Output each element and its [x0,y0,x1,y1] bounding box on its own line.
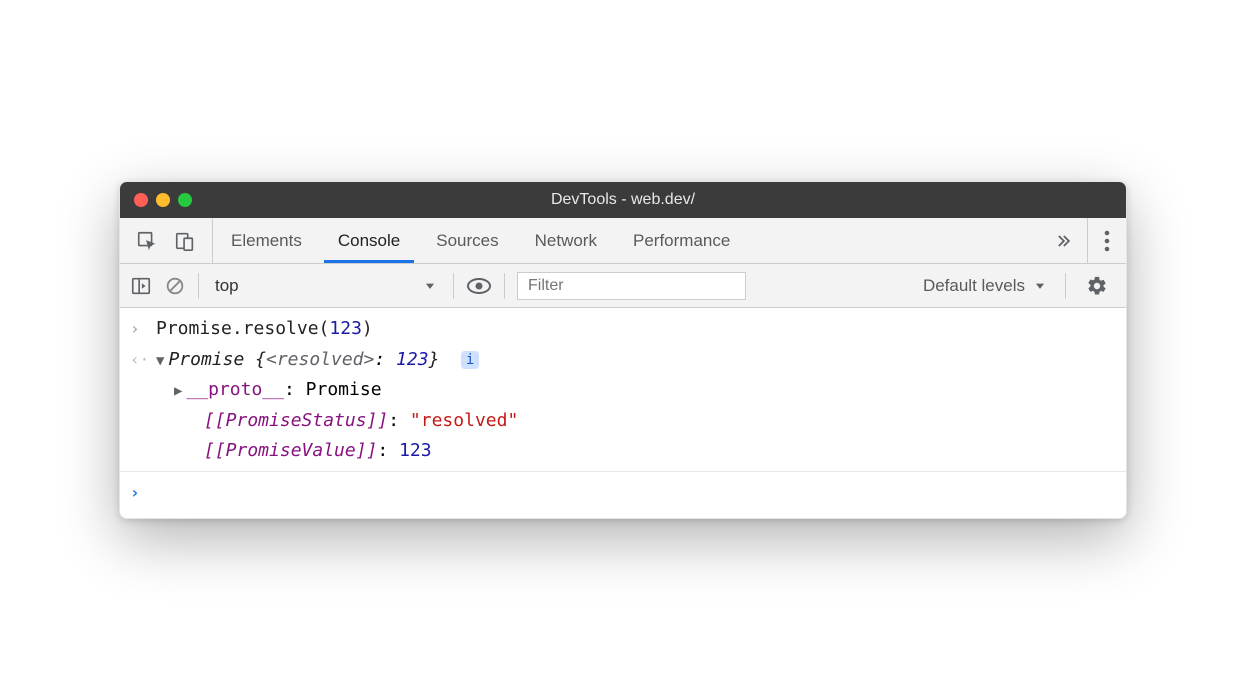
maximize-window-button[interactable] [178,193,192,207]
minimize-window-button[interactable] [156,193,170,207]
chevron-down-icon [423,279,437,293]
kebab-menu-icon[interactable] [1088,218,1126,263]
window-controls [120,193,192,207]
device-toolbar-icon[interactable] [174,230,196,252]
execution-context-label: top [215,276,239,296]
proto-row[interactable]: ▶__proto__: Promise [156,375,1116,406]
tab-console[interactable]: Console [320,218,418,263]
panel-tabs: Elements Console Sources Network Perform… [213,218,1039,263]
separator [198,273,199,299]
clear-console-icon[interactable] [164,275,186,297]
tab-network[interactable]: Network [517,218,615,263]
promise-value-row: [[PromiseValue]]: 123 [156,436,1116,467]
info-icon[interactable]: i [461,351,479,369]
live-expression-icon[interactable] [466,275,492,297]
console-result: ▼Promise {<resolved>: 123} i ▶__proto__:… [156,345,1116,467]
log-levels-label: Default levels [923,276,1025,296]
output-marker-icon: ‹· [130,345,156,373]
main-toolbar: Elements Console Sources Network Perform… [120,218,1126,264]
toolbar-icons [120,218,213,263]
log-levels-select[interactable]: Default levels [917,276,1053,296]
console-prompt-row[interactable]: › [120,471,1126,506]
more-tabs-button[interactable] [1039,218,1088,263]
chevron-down-icon [1033,279,1047,293]
separator [1065,273,1066,299]
tab-sources[interactable]: Sources [418,218,516,263]
execution-context-select[interactable]: top [211,274,441,298]
filter-input[interactable] [517,272,746,300]
inspect-element-icon[interactable] [136,230,158,252]
promise-status-row: [[PromiseStatus]]: "resolved" [156,406,1116,437]
console-input-text: Promise.resolve(123) [156,314,1116,345]
prompt-marker-icon: › [130,478,156,506]
console-output: › Promise.resolve(123) ‹· ▼Promise {<res… [120,308,1126,518]
toggle-sidebar-icon[interactable] [130,275,152,297]
tab-performance[interactable]: Performance [615,218,748,263]
window-title: DevTools - web.dev/ [120,191,1126,209]
devtools-window: DevTools - web.dev/ Elements Console Sou… [119,181,1127,519]
close-window-button[interactable] [134,193,148,207]
console-result-row[interactable]: ‹· ▼Promise {<resolved>: 123} i ▶__proto… [120,345,1126,467]
console-toolbar: top Default levels [120,264,1126,308]
expand-arrow-right-icon[interactable]: ▶ [174,383,182,399]
settings-icon[interactable] [1078,275,1116,297]
expand-arrow-down-icon[interactable]: ▼ [156,353,164,369]
separator [504,273,505,299]
input-marker-icon: › [130,314,156,342]
separator [453,273,454,299]
tab-elements[interactable]: Elements [213,218,320,263]
console-input-row[interactable]: › Promise.resolve(123) [120,314,1126,345]
titlebar: DevTools - web.dev/ [120,182,1126,218]
